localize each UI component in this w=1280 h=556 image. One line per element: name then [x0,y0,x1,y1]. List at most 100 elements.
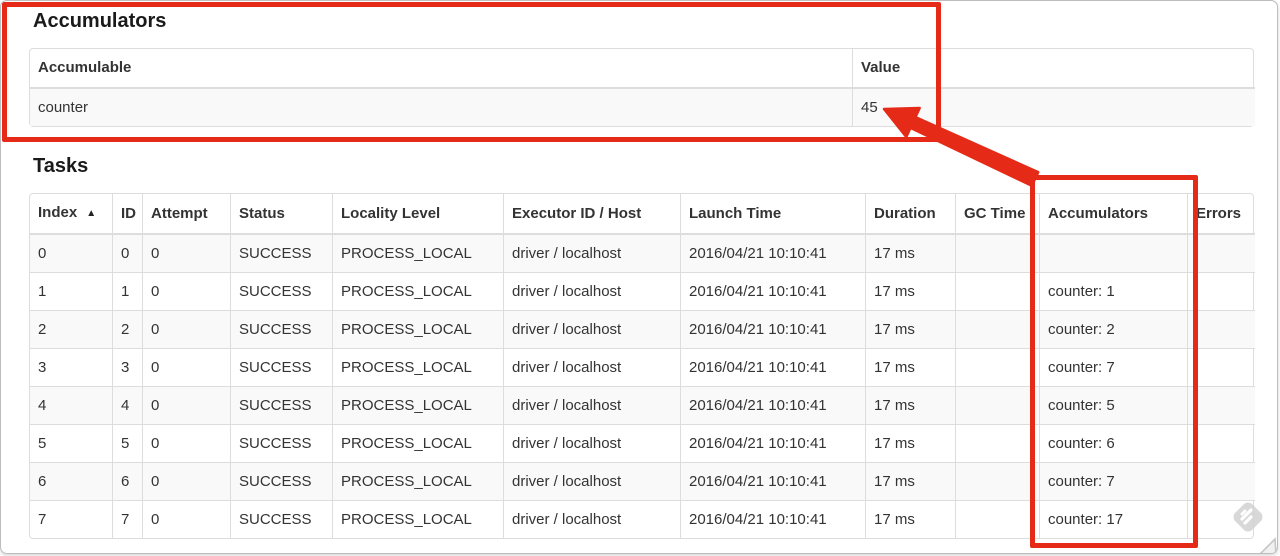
cell-attempt: 0 [142,235,230,272]
cell-launch: 2016/04/21 10:10:41 [680,424,865,462]
col-header-accumulable: Accumulable [30,49,852,89]
cell-executor: driver / localhost [503,462,680,500]
cell-id: 7 [112,500,142,538]
cell-gc [955,424,1039,462]
cell-errors [1187,348,1255,386]
cell-gc [955,500,1039,538]
cell-duration: 17 ms [865,235,955,272]
table-row: 6 6 0 SUCCESS PROCESS_LOCAL driver / localhos… [30,462,1255,500]
cell-gc [955,462,1039,500]
table-row: counter 45 [30,89,1255,126]
col-header-status[interactable]: Status [230,194,332,235]
cell-duration: 17 ms [865,424,955,462]
cell-accumulators: counter: 2 [1039,310,1187,348]
cell-index: 1 [30,272,112,310]
cell-index: 3 [30,348,112,386]
cell-duration: 17 ms [865,500,955,538]
cell-index: 6 [30,462,112,500]
col-header-index-label: Index [38,204,78,221]
cell-executor: driver / localhost [503,424,680,462]
cell-id: 5 [112,424,142,462]
cell-locality: PROCESS_LOCAL [332,424,503,462]
col-header-launch-time[interactable]: Launch Time [680,194,865,235]
cell-index: 0 [38,245,47,262]
cell-duration: 17 ms [865,348,955,386]
col-header-index[interactable]: Index ▲ [30,194,112,235]
cell-errors [1187,235,1255,272]
cell-executor: driver / localhost [503,500,680,538]
col-header-gc-time[interactable]: GC Time [955,194,1039,235]
cell-status: SUCCESS [230,235,332,272]
cell-duration: 17 ms [865,386,955,424]
page-content: Accumulators Accumulable Value counter 4… [1,1,1277,539]
sort-ascending-icon: ▲ [86,208,97,219]
watermark-diamond-icon [1233,502,1263,532]
cell-attempt: 0 [142,272,230,310]
cell-launch: 2016/04/21 10:10:41 [680,348,865,386]
cell-launch: 2016/04/21 10:10:41 [680,310,865,348]
cell-index: 2 [30,310,112,348]
cell-value: 45 [852,89,1255,126]
table-row: 0 0 0 SUCCESS PROCESS_LOCAL driver / localhos… [30,235,1255,272]
tasks-table: Index ▲ ID Attempt Status Locality Level … [30,194,1255,538]
cell-id: 0 [112,235,142,272]
cell-launch: 2016/04/21 10:10:41 [680,462,865,500]
col-header-value: Value [852,49,1255,89]
cell-id: 6 [112,462,142,500]
cell-errors [1187,462,1255,500]
col-header-accumulators[interactable]: Accumulators [1039,194,1187,235]
tasks-header-row: Index ▲ ID Attempt Status Locality Level … [30,194,1255,235]
accumulators-header-row: Accumulable Value [30,49,1255,89]
cell-id: 4 [112,386,142,424]
cell-attempt: 0 [142,348,230,386]
cell-errors [1187,272,1255,310]
cell-executor: driver / localhost [503,348,680,386]
cell-status: SUCCESS [230,500,332,538]
table-row: 4 4 0 SUCCESS PROCESS_LOCAL driver / localhos… [30,386,1255,424]
cell-status: SUCCESS [230,462,332,500]
cell-executor: driver / localhost [503,235,680,272]
cell-duration: 17 ms [865,462,955,500]
cell-launch: 2016/04/21 10:10:41 [680,235,865,272]
col-header-errors[interactable]: Errors [1187,194,1255,235]
cell-accumulable: counter [38,99,89,116]
accumulators-table: Accumulable Value counter 45 [30,49,1255,126]
cell-gc [955,310,1039,348]
cell-attempt: 0 [142,462,230,500]
cell-accumulators: counter: 5 [1039,386,1187,424]
cell-status: SUCCESS [230,310,332,348]
cell-accumulators: counter: 17 [1039,500,1187,538]
cell-errors [1187,424,1255,462]
accumulators-section-title: Accumulators [33,10,167,32]
cell-locality: PROCESS_LOCAL [332,462,503,500]
tasks-table-wrapper: Index ▲ ID Attempt Status Locality Level … [29,193,1255,539]
col-header-attempt[interactable]: Attempt [142,194,230,235]
cell-executor: driver / localhost [503,386,680,424]
cell-index: 4 [30,386,112,424]
cell-errors [1187,386,1255,424]
cell-id: 3 [112,348,142,386]
cell-accumulators: counter: 7 [1039,462,1187,500]
cell-index: 7 [30,500,112,538]
cell-accumulators: counter: 1 [1039,272,1187,310]
cell-gc [955,272,1039,310]
col-header-locality[interactable]: Locality Level [332,194,503,235]
table-row: 1 1 0 SUCCESS PROCESS_LOCAL driver / localhos… [30,272,1255,310]
cell-duration: 17 ms [865,310,955,348]
cell-locality: PROCESS_LOCAL [332,500,503,538]
cell-status: SUCCESS [230,424,332,462]
cell-executor: driver / localhost [503,272,680,310]
cell-duration: 17 ms [865,272,955,310]
col-header-id[interactable]: ID [112,194,142,235]
col-header-duration[interactable]: Duration [865,194,955,235]
cell-accumulators: counter: 6 [1039,424,1187,462]
cell-attempt: 0 [142,500,230,538]
cell-locality: PROCESS_LOCAL [332,272,503,310]
cell-accumulators: counter: 7 [1039,348,1187,386]
cell-executor: driver / localhost [503,310,680,348]
cell-gc [955,235,1039,272]
cell-errors [1187,310,1255,348]
accumulators-table-wrapper: Accumulable Value counter 45 [29,48,1255,127]
cell-locality: PROCESS_LOCAL [332,310,503,348]
col-header-executor[interactable]: Executor ID / Host [503,194,680,235]
